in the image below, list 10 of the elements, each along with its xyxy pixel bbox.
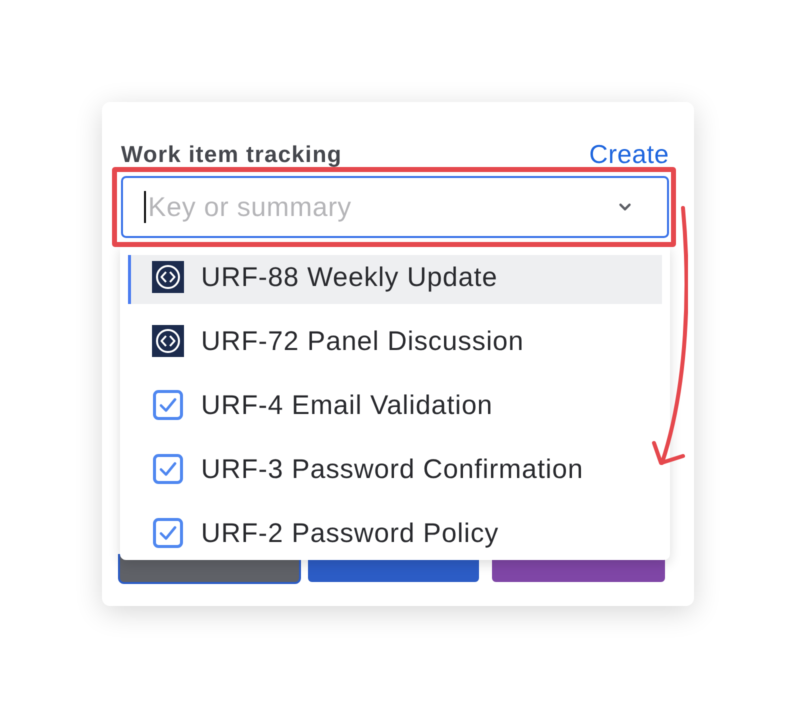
checkbox-icon (153, 518, 183, 548)
create-link[interactable]: Create (589, 134, 669, 174)
checkbox-icon (153, 454, 183, 484)
field-label: Work item tracking (121, 140, 342, 169)
text-cursor (144, 191, 146, 223)
menu-item[interactable]: URF-88 Weekly Update (128, 255, 662, 304)
search-field[interactable]: Key or summary (121, 176, 669, 238)
checkbox-icon (153, 390, 183, 420)
angle-brackets-icon (152, 325, 184, 357)
angle-brackets-icon (152, 261, 184, 293)
